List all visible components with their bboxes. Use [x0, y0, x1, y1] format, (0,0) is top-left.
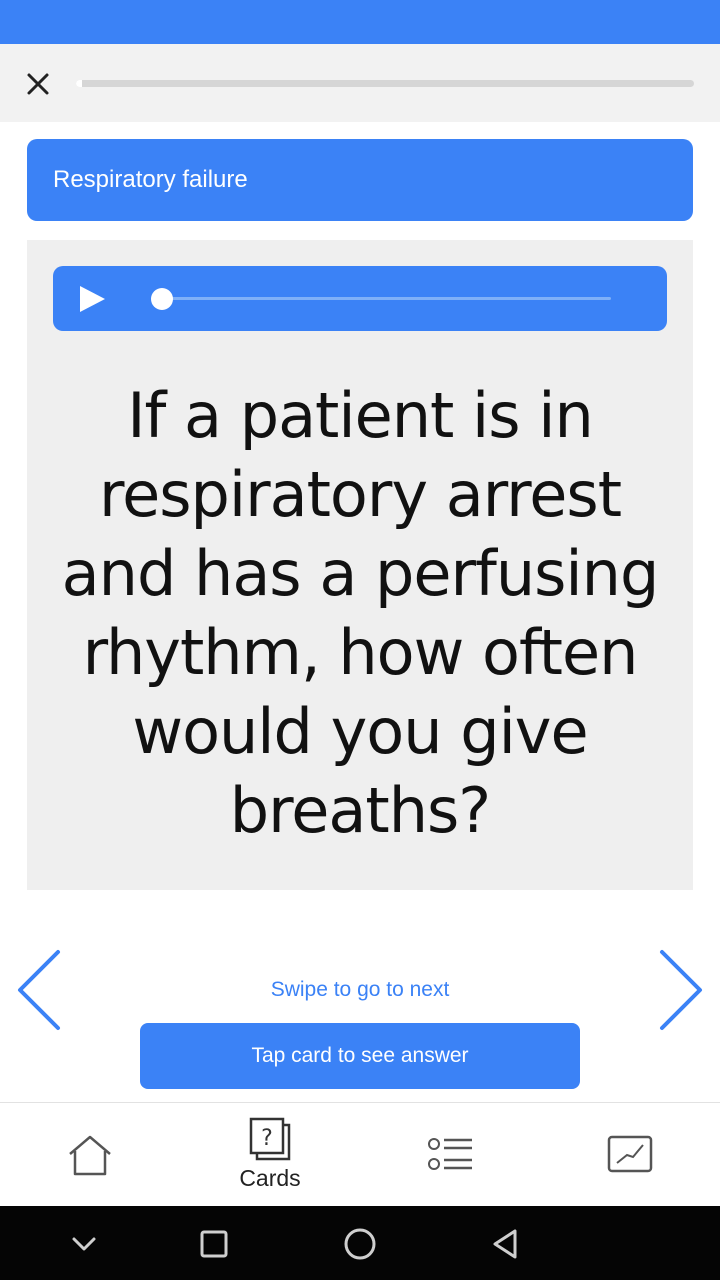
status-bar	[0, 0, 720, 44]
flashcard[interactable]: If a patient is in respiratory arrest an…	[27, 240, 693, 890]
back-icon[interactable]	[486, 1224, 526, 1264]
audio-player	[53, 266, 667, 331]
bottom-nav: ? Cards	[0, 1102, 720, 1206]
tab-cards[interactable]: ? Cards	[180, 1103, 360, 1207]
cards-icon: ?	[249, 1117, 291, 1161]
recents-icon[interactable]	[194, 1224, 234, 1264]
topic-banner: Respiratory failure	[27, 139, 693, 221]
system-nav-bar	[0, 1206, 720, 1280]
play-icon[interactable]	[77, 284, 107, 314]
swipe-hint: Swipe to go to next	[270, 978, 450, 1001]
home-icon	[69, 1135, 111, 1176]
close-icon[interactable]	[22, 68, 54, 100]
tab-progress[interactable]	[540, 1103, 720, 1207]
progress-bar	[76, 80, 694, 87]
tab-cards-label: Cards	[239, 1165, 301, 1191]
see-answer-button[interactable]: Tap card to see answer	[140, 1023, 580, 1089]
svg-text:?: ?	[261, 1126, 273, 1151]
audio-seek-knob[interactable]	[151, 288, 173, 310]
chart-icon	[607, 1135, 653, 1173]
question-text: If a patient is in respiratory arrest an…	[61, 379, 660, 847]
audio-seek-track[interactable]	[161, 297, 611, 300]
home-circle-icon[interactable]	[340, 1224, 380, 1264]
list-icon	[428, 1138, 472, 1170]
chevron-down-icon[interactable]	[64, 1224, 104, 1264]
tab-list[interactable]	[360, 1103, 540, 1207]
tab-home[interactable]	[0, 1103, 180, 1207]
progress-fill	[76, 80, 83, 87]
top-bar	[0, 44, 720, 122]
